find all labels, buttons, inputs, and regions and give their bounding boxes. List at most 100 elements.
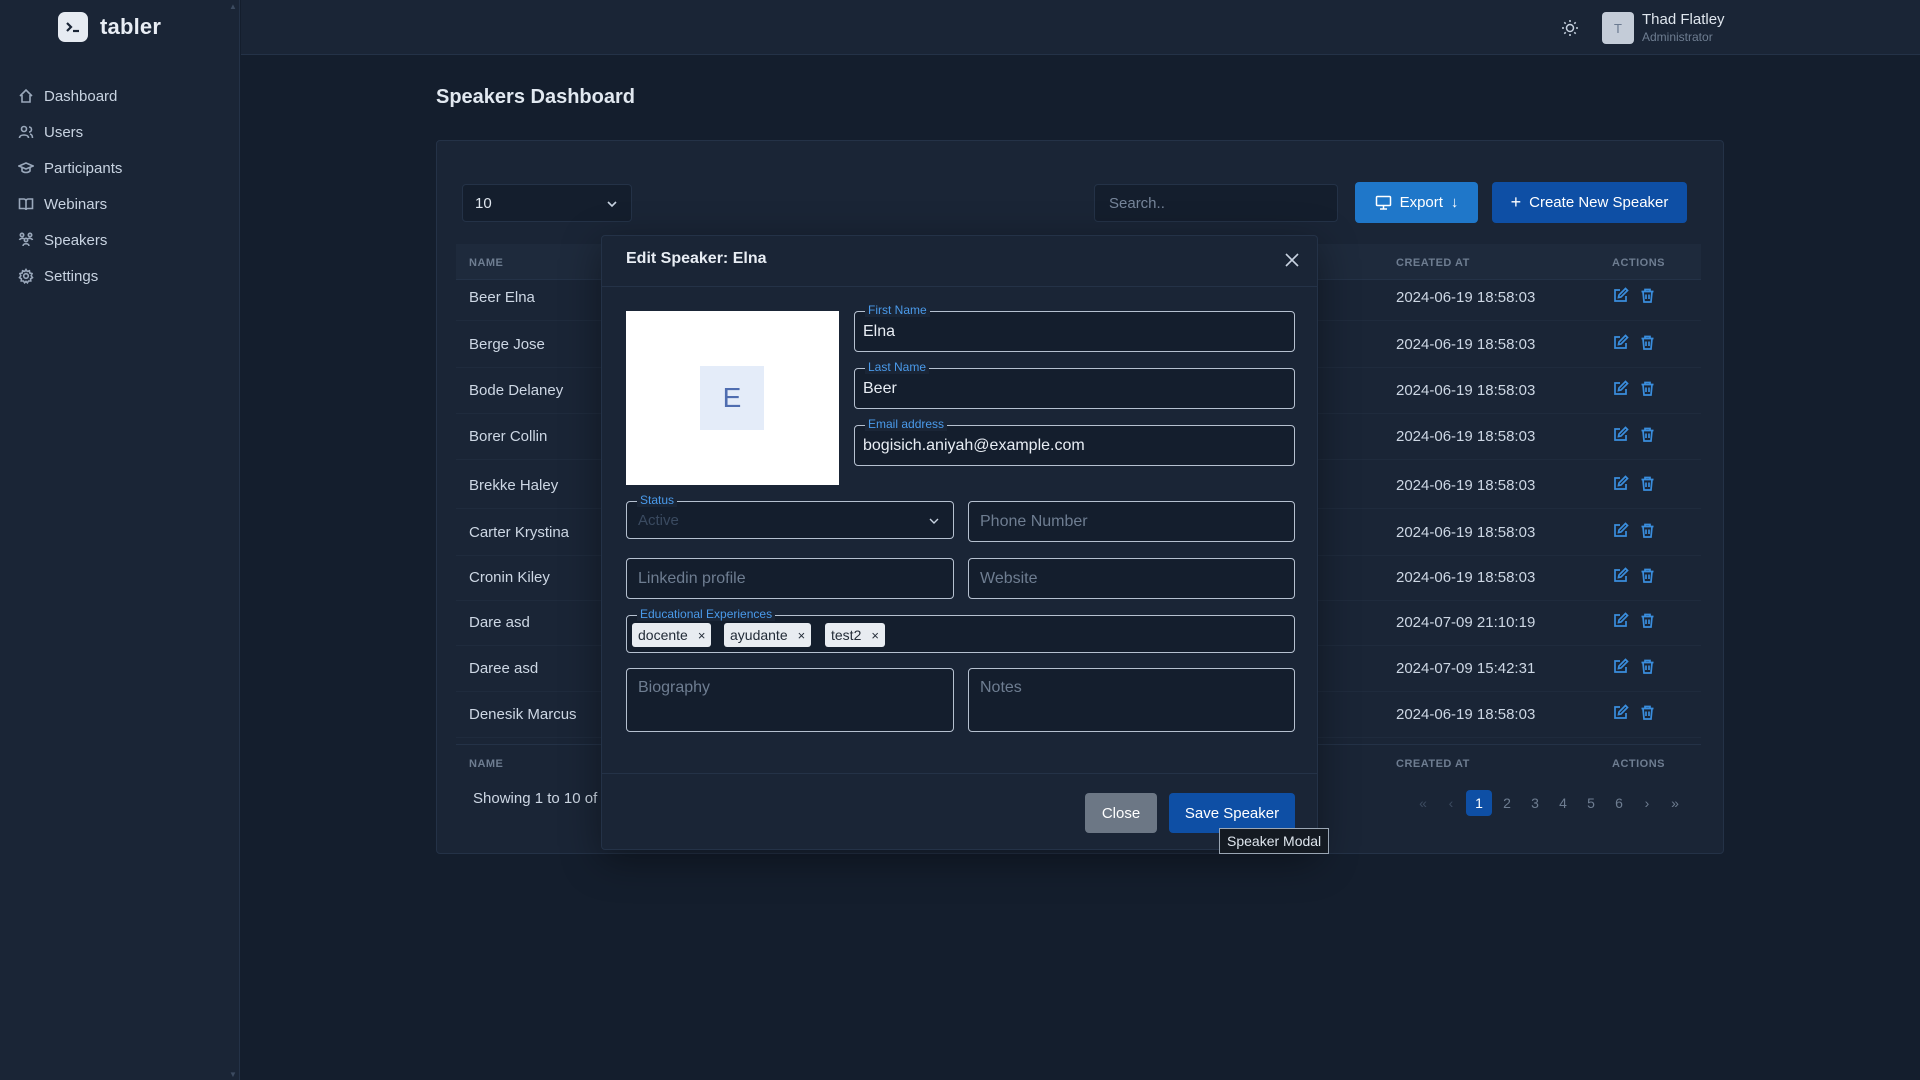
- remove-tag-icon[interactable]: ×: [798, 628, 806, 643]
- trash-icon[interactable]: [1639, 287, 1657, 305]
- edit-icon[interactable]: [1612, 704, 1630, 722]
- trash-icon[interactable]: [1639, 567, 1657, 585]
- sidebar-item-label: Settings: [44, 267, 99, 285]
- modal-footer-divider: [602, 773, 1317, 774]
- close-icon[interactable]: [1283, 251, 1301, 269]
- notes-textarea[interactable]: Notes: [968, 668, 1295, 732]
- export-button[interactable]: Export ↓: [1355, 182, 1478, 223]
- trash-icon[interactable]: [1639, 658, 1657, 676]
- speakers-icon: [18, 232, 34, 247]
- chevron-down-icon: [607, 201, 617, 208]
- trash-icon[interactable]: [1639, 612, 1657, 630]
- export-label: Export: [1399, 194, 1443, 211]
- terminal-icon: [58, 12, 88, 42]
- next-page-button[interactable]: ›: [1634, 790, 1660, 816]
- remove-tag-icon[interactable]: ×: [698, 628, 706, 643]
- sidebar-item-label: Dashboard: [44, 87, 118, 105]
- photo-initial: E: [700, 366, 764, 430]
- sidebar-item-dashboard[interactable]: Dashboard: [0, 78, 240, 114]
- page-6-button[interactable]: 6: [1606, 790, 1632, 816]
- speaker-name: Cronin Kiley: [469, 569, 550, 586]
- page-size-select[interactable]: 10: [462, 184, 632, 222]
- website-field[interactable]: Website: [968, 558, 1295, 599]
- edit-icon[interactable]: [1612, 380, 1630, 398]
- edit-icon[interactable]: [1612, 612, 1630, 630]
- trash-icon[interactable]: [1639, 475, 1657, 493]
- tag-docente: docente ×: [632, 623, 712, 647]
- sidebar-item-speakers[interactable]: Speakers: [0, 222, 240, 258]
- website-placeholder: Website: [980, 570, 1038, 587]
- user-name[interactable]: Thad Flatley: [1642, 11, 1725, 28]
- edit-icon[interactable]: [1612, 334, 1630, 352]
- created-at: 2024-06-19 18:58:03: [1396, 382, 1536, 399]
- page-1-button[interactable]: 1: [1466, 790, 1492, 816]
- speaker-name: Daree asd: [469, 660, 539, 677]
- book-icon: [18, 198, 34, 211]
- edit-icon[interactable]: [1612, 658, 1630, 676]
- column-header-created-at[interactable]: CREATED AT: [1396, 257, 1470, 269]
- page-5-button[interactable]: 5: [1578, 790, 1604, 816]
- column-header-name[interactable]: NAME: [469, 257, 503, 269]
- last-page-button[interactable]: »: [1662, 790, 1688, 816]
- sidebar-item-webinars[interactable]: Webinars: [0, 186, 240, 222]
- email-field[interactable]: Email address bogisich.aniyah@example.co…: [854, 417, 1295, 466]
- arrow-down-icon: ↓: [1450, 194, 1459, 211]
- education-label: Educational Experiences: [637, 607, 776, 621]
- remove-tag-icon[interactable]: ×: [871, 628, 879, 643]
- created-at: 2024-06-19 18:58:03: [1396, 289, 1536, 306]
- scroll-up-icon[interactable]: ▲: [229, 2, 237, 11]
- speaker-name: Denesik Marcus: [469, 706, 577, 723]
- trash-icon[interactable]: [1639, 426, 1657, 444]
- save-speaker-button[interactable]: Save Speaker: [1169, 793, 1295, 833]
- plus-icon: +: [1510, 192, 1522, 212]
- notes-placeholder: Notes: [980, 679, 1022, 696]
- speaker-name: Bode Delaney: [469, 382, 564, 399]
- scroll-down-icon[interactable]: ▼: [229, 1070, 237, 1079]
- trash-icon[interactable]: [1639, 334, 1657, 352]
- biography-textarea[interactable]: Biography: [626, 668, 954, 732]
- edit-icon[interactable]: [1612, 287, 1630, 305]
- create-speaker-button[interactable]: + Create New Speaker: [1492, 182, 1687, 223]
- trash-icon[interactable]: [1639, 704, 1657, 722]
- tag-test2: test2 ×: [825, 623, 885, 647]
- column-footer-created-at: CREATED AT: [1396, 758, 1470, 770]
- page-title: Speakers Dashboard: [436, 86, 635, 108]
- prev-page-button[interactable]: ‹: [1438, 790, 1464, 816]
- column-footer-actions: ACTIONS: [1612, 758, 1665, 770]
- avatar[interactable]: T: [1602, 12, 1634, 44]
- edit-icon[interactable]: [1612, 567, 1630, 585]
- close-button[interactable]: Close: [1085, 793, 1157, 833]
- tooltip: Speaker Modal: [1219, 828, 1330, 854]
- phone-placeholder: Phone Number: [980, 513, 1088, 530]
- sidebar-item-participants[interactable]: Participants: [0, 150, 240, 186]
- user-role: Administrator: [1642, 30, 1713, 44]
- speaker-photo[interactable]: E: [626, 311, 839, 485]
- page-3-button[interactable]: 3: [1522, 790, 1548, 816]
- tag-ayudante: ayudante ×: [724, 623, 812, 647]
- linkedin-field[interactable]: Linkedin profile: [626, 558, 954, 599]
- first-name-field[interactable]: First Name Elna: [854, 303, 1295, 352]
- sidebar-item-settings[interactable]: Settings: [0, 258, 240, 294]
- page-2-button[interactable]: 2: [1494, 790, 1520, 816]
- page-size-value: 10: [475, 195, 492, 212]
- sidebar-item-users[interactable]: Users: [0, 114, 240, 150]
- logo[interactable]: tabler: [58, 12, 161, 42]
- trash-icon[interactable]: [1639, 522, 1657, 540]
- edit-icon[interactable]: [1612, 522, 1630, 540]
- created-at: 2024-07-09 21:10:19: [1396, 614, 1536, 631]
- first-page-button[interactable]: «: [1410, 790, 1436, 816]
- search-input[interactable]: [1094, 184, 1338, 222]
- edit-icon[interactable]: [1612, 426, 1630, 444]
- pagination: « ‹ 1 2 3 4 5 6 › »: [1410, 790, 1688, 816]
- created-at: 2024-06-19 18:58:03: [1396, 477, 1536, 494]
- edit-icon[interactable]: [1612, 475, 1630, 493]
- sun-icon[interactable]: [1560, 18, 1580, 38]
- phone-field[interactable]: Phone Number: [968, 501, 1295, 542]
- page-4-button[interactable]: 4: [1550, 790, 1576, 816]
- tag-label: ayudante: [730, 627, 788, 643]
- status-select[interactable]: Status Active: [626, 493, 954, 539]
- created-at: 2024-06-19 18:58:03: [1396, 524, 1536, 541]
- trash-icon[interactable]: [1639, 380, 1657, 398]
- last-name-field[interactable]: Last Name Beer: [854, 360, 1295, 409]
- education-tags-field[interactable]: Educational Experiences docente × ayudan…: [626, 607, 1295, 653]
